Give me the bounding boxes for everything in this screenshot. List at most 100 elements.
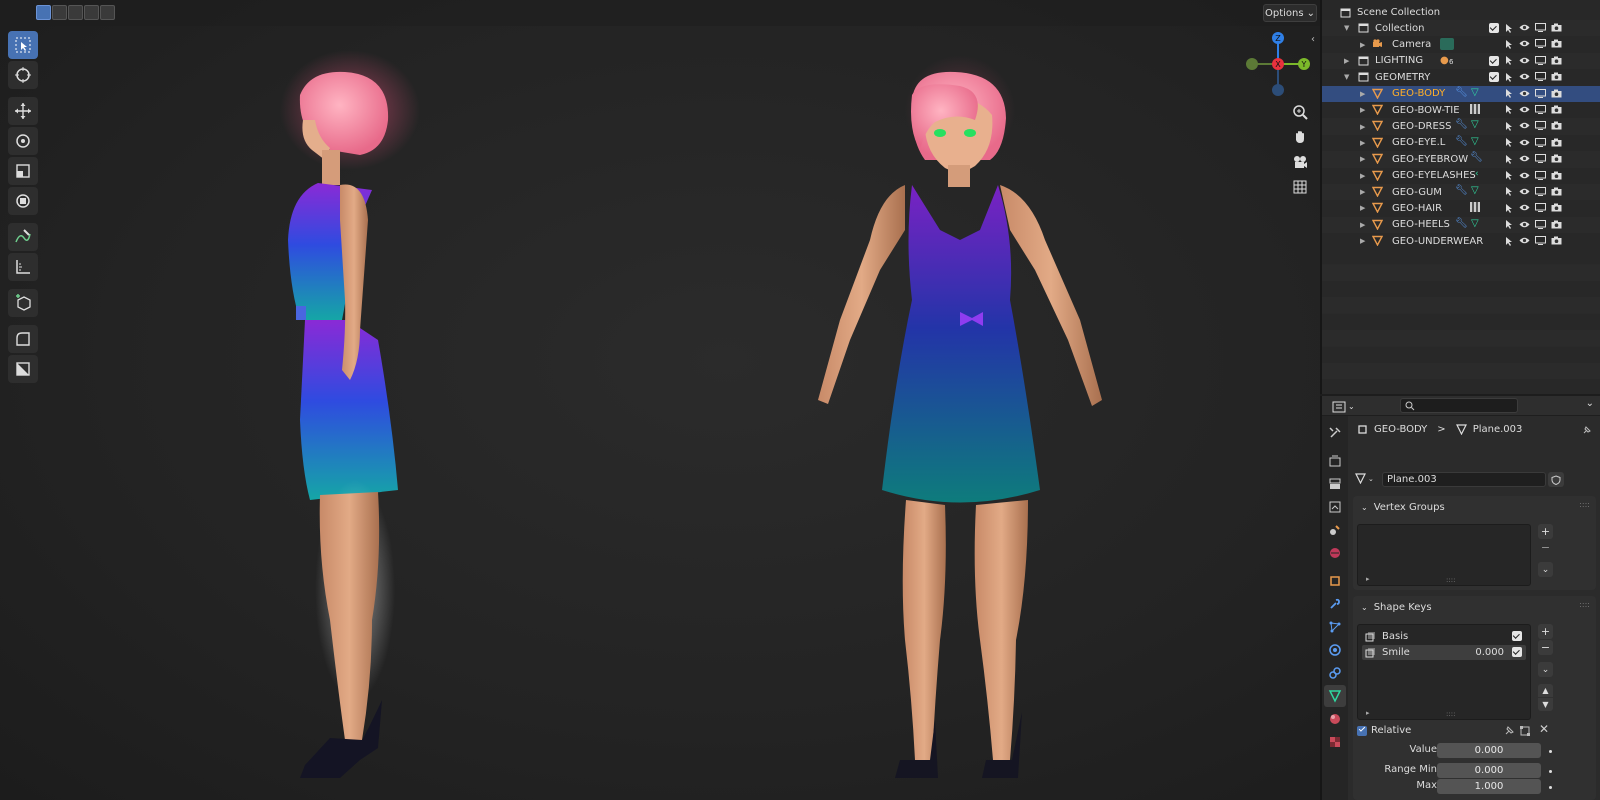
3d-viewport[interactable]: Options ⌄ Z Y X ‹: [0, 0, 1320, 800]
selectable-icon[interactable]: [1503, 235, 1514, 246]
render-camera-icon[interactable]: [1551, 104, 1562, 115]
expand-arrow-icon[interactable]: ▶: [1360, 237, 1365, 245]
monitor-icon[interactable]: [1535, 170, 1546, 181]
eye-icon[interactable]: [1519, 71, 1530, 82]
camera-data-icon[interactable]: [1440, 38, 1454, 51]
range-min-field[interactable]: 0.000: [1437, 763, 1541, 778]
wrench-icon[interactable]: 🔧︎: [1455, 87, 1468, 98]
expand-filter-icon[interactable]: ▸: [1366, 709, 1370, 717]
outliner-item-geo-hair[interactable]: ▶ GEO-HAIR: [1322, 200, 1600, 216]
selectable-icon[interactable]: [1503, 219, 1514, 230]
list-resize-handle-icon[interactable]: ::::: [1446, 576, 1455, 584]
shape-key-specials-button[interactable]: ⌄: [1538, 662, 1553, 677]
render-camera-icon[interactable]: [1551, 219, 1562, 230]
expand-arrow-icon[interactable]: ▶: [1360, 139, 1365, 147]
monitor-icon[interactable]: [1535, 153, 1546, 164]
add-cube-tool[interactable]: [8, 289, 38, 317]
fake-user-button[interactable]: [1548, 472, 1564, 487]
mesh-data-icon[interactable]: ▽: [1471, 136, 1479, 147]
selectable-icon[interactable]: [1503, 22, 1514, 33]
selectable-icon[interactable]: [1503, 88, 1514, 99]
value-field[interactable]: 0.000: [1437, 743, 1541, 758]
expand-arrow-icon[interactable]: ▶: [1360, 188, 1365, 196]
move-tool[interactable]: [8, 97, 38, 125]
transform-tool[interactable]: [8, 187, 38, 215]
outliner-item-camera[interactable]: ▶ Camera: [1322, 36, 1600, 52]
add-shape-key-button[interactable]: +: [1538, 624, 1553, 639]
expand-arrow-icon[interactable]: ▶: [1360, 90, 1365, 98]
cursor-tool[interactable]: [8, 61, 38, 89]
expand-arrow-icon[interactable]: ▶: [1360, 41, 1365, 49]
selectable-icon[interactable]: [1503, 71, 1514, 82]
shape-key-mute-checkbox[interactable]: [1512, 631, 1522, 641]
expand-arrow-icon[interactable]: ▶: [1344, 57, 1349, 65]
eye-icon[interactable]: [1519, 120, 1530, 131]
eye-icon[interactable]: [1519, 235, 1530, 246]
eye-icon[interactable]: [1519, 202, 1530, 213]
render-camera-icon[interactable]: [1551, 22, 1562, 33]
outliner-scene-collection[interactable]: Scene Collection: [1322, 4, 1600, 20]
monitor-icon[interactable]: [1535, 202, 1546, 213]
light-icon[interactable]: ●: [1440, 55, 1449, 66]
selectable-icon[interactable]: [1503, 137, 1514, 148]
to-sphere-tool[interactable]: [8, 355, 38, 383]
shape-keys-header[interactable]: ⌄ Shape Keys: [1353, 596, 1596, 618]
eye-icon[interactable]: [1519, 55, 1530, 66]
render-camera-icon[interactable]: [1551, 202, 1562, 213]
keyframe-dot-icon[interactable]: [1549, 770, 1552, 773]
expand-filter-icon[interactable]: ▸: [1366, 575, 1370, 583]
select-new-icon[interactable]: [36, 5, 51, 20]
tab-particles[interactable]: [1324, 616, 1346, 638]
add-vertex-group-button[interactable]: +: [1538, 524, 1553, 539]
move-up-button[interactable]: ▲: [1538, 684, 1553, 697]
pin-icon[interactable]: [1581, 425, 1592, 436]
pin-shape-icon[interactable]: [1503, 725, 1515, 737]
options-dropdown[interactable]: Options ⌄: [1263, 4, 1317, 22]
outliner-item-geo-eyebrow[interactable]: ▶ GEO-EYEBROW 🔧︎: [1322, 151, 1600, 168]
shape-keys-list[interactable]: Basis Smile 0.000 ▸ ::::: [1357, 624, 1531, 720]
exclude-checkbox[interactable]: [1489, 55, 1499, 66]
selectable-icon[interactable]: [1503, 186, 1514, 197]
pan-hand-icon[interactable]: [1288, 125, 1312, 149]
render-camera-icon[interactable]: [1551, 71, 1562, 82]
eye-icon[interactable]: [1519, 38, 1530, 49]
shear-tool[interactable]: [8, 325, 38, 353]
wrench-icon[interactable]: 🔧︎: [1455, 119, 1468, 130]
tab-modifiers[interactable]: [1324, 593, 1346, 615]
curve-icon[interactable]: ‹: [1475, 169, 1479, 179]
mesh-name-field[interactable]: Plane.003: [1382, 472, 1546, 487]
tab-texture[interactable]: [1324, 731, 1346, 753]
render-camera-icon[interactable]: [1551, 137, 1562, 148]
outliner-item-collection[interactable]: ▼ Collection: [1322, 20, 1600, 37]
tab-physics[interactable]: [1324, 639, 1346, 661]
tab-mesh-data[interactable]: [1324, 685, 1346, 707]
outliner-item-lighting[interactable]: ▶ LIGHTING ● 6: [1322, 52, 1600, 70]
vertex-group-specials-button[interactable]: ⌄: [1538, 562, 1553, 577]
monitor-icon[interactable]: [1535, 137, 1546, 148]
eye-icon[interactable]: [1519, 170, 1530, 181]
mesh-browse-dropdown[interactable]: ⌄: [1355, 473, 1374, 484]
outliner-item-geo-underwear[interactable]: ▶ GEO-UNDERWEAR: [1322, 233, 1600, 249]
exclude-checkbox[interactable]: [1489, 72, 1499, 83]
clear-weights-icon[interactable]: ✕: [1539, 722, 1549, 736]
camera-view-icon[interactable]: [1288, 150, 1312, 174]
render-camera-icon[interactable]: [1551, 55, 1562, 66]
eye-icon[interactable]: [1519, 22, 1530, 33]
monitor-icon[interactable]: [1535, 22, 1546, 33]
material-icon[interactable]: [1470, 103, 1480, 114]
monitor-icon[interactable]: [1535, 38, 1546, 49]
expand-arrow-icon[interactable]: ▶: [1360, 172, 1365, 180]
panel-options-chevron-icon[interactable]: ⌄: [1586, 398, 1594, 409]
monitor-icon[interactable]: [1535, 219, 1546, 230]
tab-material[interactable]: [1324, 708, 1346, 730]
mesh-data-icon[interactable]: ▽: [1471, 185, 1479, 196]
expand-arrow-icon[interactable]: ▶: [1360, 155, 1365, 163]
editor-type-dropdown[interactable]: ⌄: [1332, 399, 1356, 414]
vertex-groups-header[interactable]: ⌄ Vertex Groups: [1353, 496, 1596, 518]
tab-world[interactable]: [1324, 542, 1346, 564]
mesh-data-icon[interactable]: ▽: [1471, 218, 1479, 229]
selectable-icon[interactable]: [1503, 38, 1514, 49]
eye-icon[interactable]: [1519, 153, 1530, 164]
tab-tool[interactable]: [1324, 422, 1346, 444]
selectable-icon[interactable]: [1503, 170, 1514, 181]
